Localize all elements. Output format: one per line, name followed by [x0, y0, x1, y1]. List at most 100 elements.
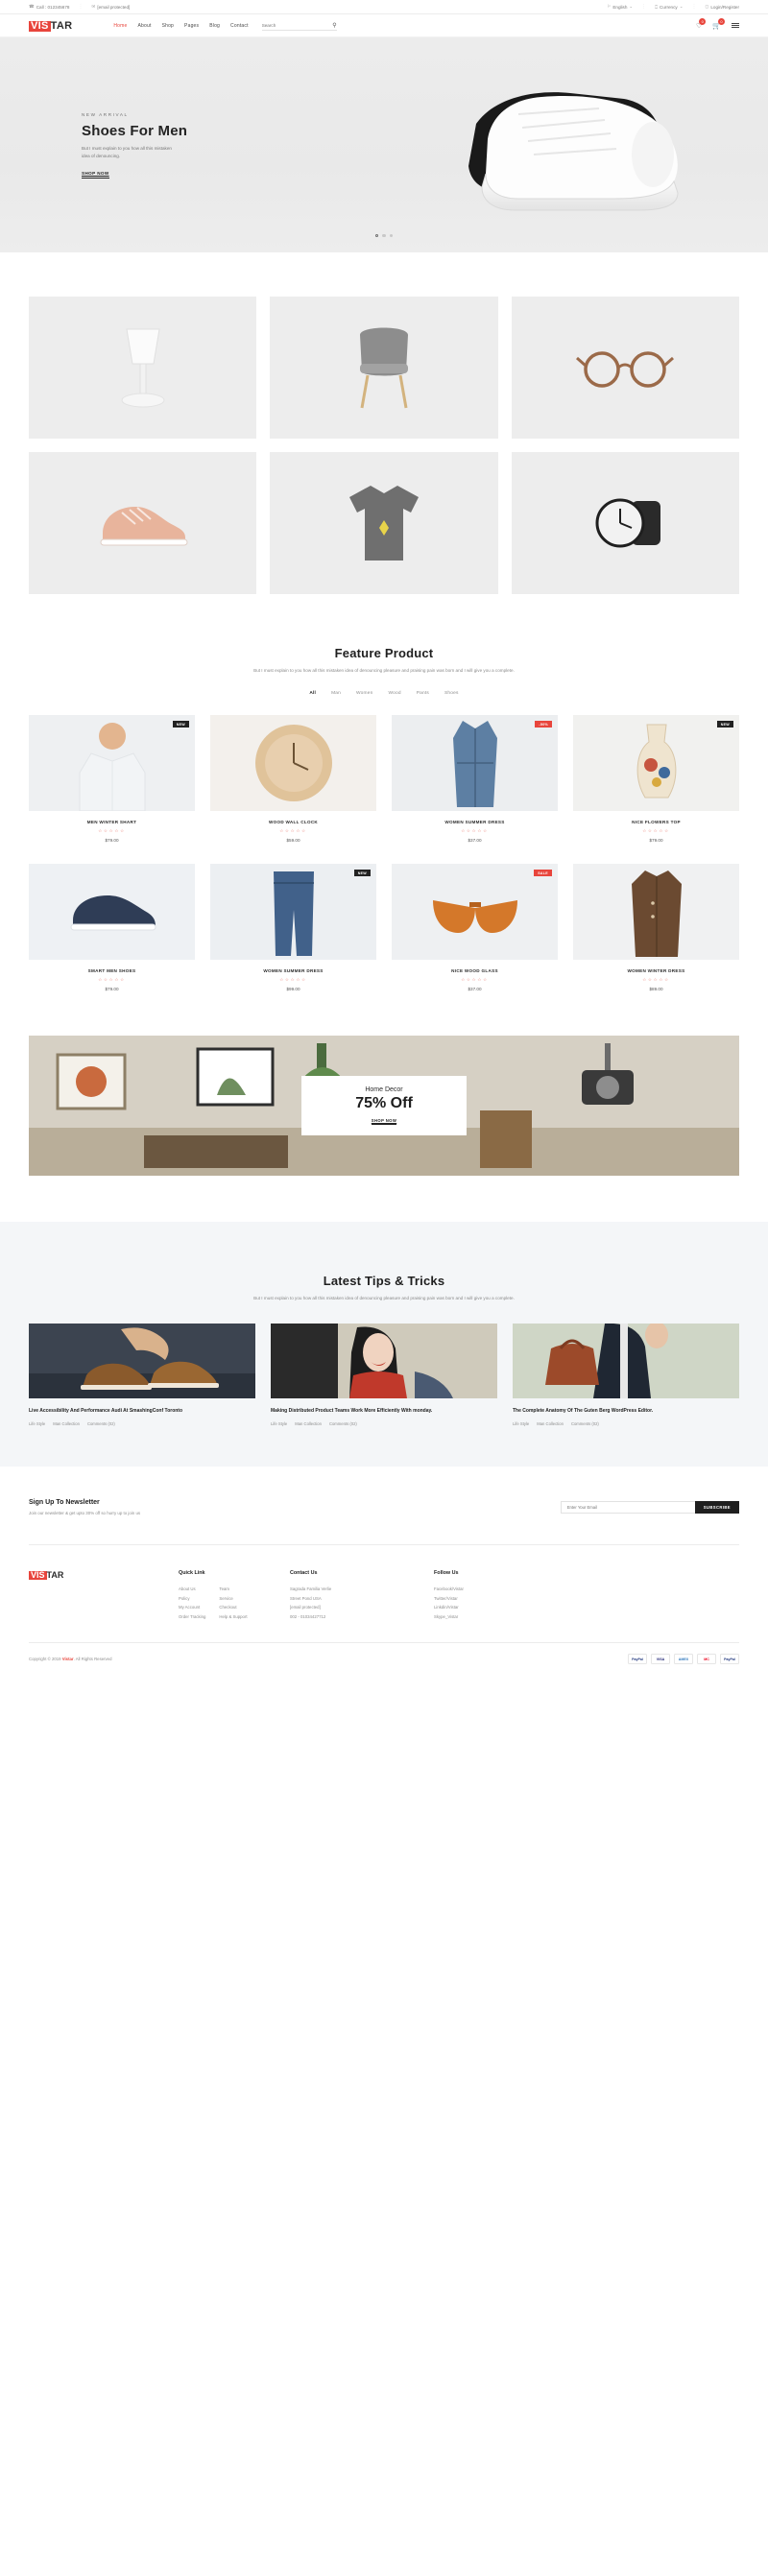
product-grid-row-1: NEW MEN WINTER SHART ☆☆☆☆☆ $79.00 WOOD W… [29, 715, 739, 843]
footer-link[interactable]: Help & Support [219, 1612, 247, 1622]
category-tile-table-lamp[interactable] [29, 297, 257, 439]
blog-post-card[interactable]: Making Distributed Product Teams Work Mo… [271, 1324, 497, 1426]
footer-link[interactable]: Order Tracking [179, 1612, 205, 1622]
product-card[interactable]: NEW NICE FLOWERS TOP ☆☆☆☆☆ $79.00 [573, 715, 739, 843]
site-header: VIS TAR Home About Shop Pages Blog Contac… [0, 14, 768, 37]
newsletter-row: Sign Up To Newsletter Join our newslette… [29, 1467, 739, 1545]
blog-container: Latest Tips & Tricks But I must explain … [29, 1222, 739, 1426]
filter-pants[interactable]: Pants [417, 691, 429, 696]
footer-link[interactable]: Service [219, 1594, 247, 1604]
filter-wood[interactable]: Wood [388, 691, 400, 696]
newsletter-subscribe-button[interactable]: SUBSCRIBE [694, 1501, 739, 1514]
footer-logo[interactable]: VIS TAR [29, 1570, 179, 1580]
hero-dot-3[interactable] [389, 233, 394, 237]
currency-selector[interactable]: ⎕ Currency ⌄ [655, 4, 683, 10]
blog-post-card[interactable]: Live Accessibility And Performance Audi … [29, 1324, 255, 1426]
footer-link[interactable]: Checkout [219, 1603, 247, 1612]
page-root: ☎ Call : 012345678 ⋮ ✉ [email protected]… [0, 0, 768, 1680]
product-image: NEW [210, 864, 376, 960]
blog-category[interactable]: Life Style [513, 1421, 529, 1426]
footer-social-link[interactable]: Linkdin/Vistar [434, 1603, 545, 1612]
filter-all[interactable]: All [309, 691, 316, 696]
phone-icon: ☎ [29, 4, 35, 9]
cart-button[interactable]: 🛒 0 [712, 17, 725, 30]
product-card[interactable]: -50% WOMEN SUMMER DRESS ☆☆☆☆☆ $37.00 [392, 715, 558, 843]
filter-shoes[interactable]: Shoes [444, 691, 459, 696]
filter-women[interactable]: Women [356, 691, 372, 696]
product-card[interactable]: WOMEN WINTER DRESS ☆☆☆☆☆ $89.00 [573, 864, 739, 991]
hero-shop-now-button[interactable]: SHOP NOW [82, 171, 109, 179]
category-tile-sneaker[interactable] [29, 452, 257, 594]
category-tile-eyeglasses[interactable] [511, 297, 739, 439]
footer-link[interactable]: About Us [179, 1585, 205, 1594]
site-logo[interactable]: VIS TAR [29, 20, 72, 32]
footer-link[interactable]: My Account [179, 1603, 205, 1612]
blog-category[interactable]: Life Style [29, 1421, 45, 1426]
product-rating: ☆☆☆☆☆ [461, 977, 489, 982]
blog-collection[interactable]: Man Collection [537, 1421, 564, 1426]
footer-link[interactable]: Policy [179, 1594, 205, 1604]
search-input[interactable] [261, 22, 329, 28]
hero-dot-1[interactable] [374, 233, 379, 237]
handbag-woman-image [513, 1324, 739, 1398]
cart-count: 0 [718, 17, 725, 25]
search-icon[interactable]: ⚲ [332, 22, 336, 29]
nav-item-about[interactable]: About [137, 23, 151, 29]
feature-subtitle: But I must explain to you how all this m… [253, 668, 515, 673]
copyright-bar: Copyright © 2019 Vistar. All Rights Rese… [29, 1642, 739, 1680]
blog-comments[interactable]: Comments (02) [329, 1421, 357, 1426]
wishlist-button[interactable]: ♡ 0 [696, 17, 707, 30]
product-badge: NEW [353, 870, 371, 876]
product-price: $99.00 [286, 987, 300, 991]
nav-item-home[interactable]: Home [113, 23, 127, 29]
category-tile-watch[interactable] [511, 452, 739, 594]
product-price: $79.00 [105, 838, 119, 843]
footer-social-link[interactable]: Skype_Vistar [434, 1612, 545, 1622]
product-name: WOMEN SUMMER DRESS [263, 968, 324, 973]
payment-paypal-alt-icon: PayPal [720, 1654, 739, 1664]
blog-comments[interactable]: Comments (02) [571, 1421, 599, 1426]
blog-category[interactable]: Life Style [271, 1421, 287, 1426]
category-tile-lounge-chair[interactable] [270, 297, 498, 439]
footer-link[interactable]: Team [219, 1585, 247, 1594]
hero-slider: NEW ARRIVAL Shoes For Men But I must exp… [0, 37, 768, 252]
category-tile-tshirt[interactable] [270, 452, 498, 594]
language-selector[interactable]: ⚐ English ⌄ [607, 4, 633, 10]
promo-shop-now-button[interactable]: SHOP NOW [371, 1118, 397, 1125]
nav-item-pages[interactable]: Pages [184, 23, 199, 29]
login-register-link[interactable]: ◻ Login/Register [706, 4, 739, 10]
promo-banner[interactable]: Home Decor 75% Off SHOP NOW [29, 1036, 739, 1176]
site-footer: VIS TAR Quick Link About Us Policy My Acc… [29, 1545, 739, 1680]
product-name: WOMEN WINTER DRESS [627, 968, 685, 973]
product-card[interactable]: NEW WOMEN SUMMER DRESS ☆☆☆☆☆ $99.00 [210, 864, 376, 991]
product-card[interactable]: SALE NICE WOOD GLASS ☆☆☆☆☆ $37.00 [392, 864, 558, 991]
filter-man[interactable]: Man [331, 691, 341, 696]
product-card[interactable]: NEW MEN WINTER SHART ☆☆☆☆☆ $79.00 [29, 715, 195, 843]
hero-inner: NEW ARRIVAL Shoes For Men But I must exp… [29, 37, 739, 252]
blog-comments[interactable]: Comments (02) [87, 1421, 115, 1426]
nav-item-shop[interactable]: Shop [162, 23, 174, 29]
blog-collection[interactable]: Man Collection [53, 1421, 80, 1426]
nav-item-contact[interactable]: Contact [230, 23, 249, 29]
email-link[interactable]: ✉ [email protected] [91, 4, 130, 10]
header-actions: ♡ 0 🛒 0 [696, 17, 739, 30]
footer-contact-email[interactable]: [email protected] [290, 1603, 434, 1612]
product-card[interactable]: SMART MEN SHOES ☆☆☆☆☆ $79.00 [29, 864, 195, 991]
footer-social-link[interactable]: Twitter/Vistar [434, 1594, 545, 1604]
hero-dot-2[interactable] [382, 233, 386, 237]
blog-post-card[interactable]: The Complete Anatomy Of The Guten Berg W… [513, 1324, 739, 1426]
nav-item-blog[interactable]: Blog [209, 23, 220, 29]
footer-social-link[interactable]: Facebook/Vistar [434, 1585, 545, 1594]
footer-contact-line: Sagrada Familia Verlie [290, 1586, 332, 1591]
product-name: SMART MEN SHOES [87, 968, 136, 973]
wrist-watch-icon [595, 498, 661, 548]
newsletter-email-input[interactable] [560, 1501, 695, 1514]
footer-columns: VIS TAR Quick Link About Us Policy My Acc… [29, 1545, 739, 1621]
phone-link[interactable]: ☎ Call : 012345678 [29, 4, 69, 10]
blog-post-title: Live Accessibility And Performance Audi … [29, 1408, 183, 1414]
product-card[interactable]: WOOD WALL CLOCK ☆☆☆☆☆ $59.00 [210, 715, 376, 843]
footer-contact-phone[interactable]: 002 - 01034427712 [290, 1612, 434, 1622]
blog-collection[interactable]: Man Collection [295, 1421, 322, 1426]
menu-toggle-button[interactable] [732, 22, 739, 29]
category-grid [29, 252, 739, 594]
